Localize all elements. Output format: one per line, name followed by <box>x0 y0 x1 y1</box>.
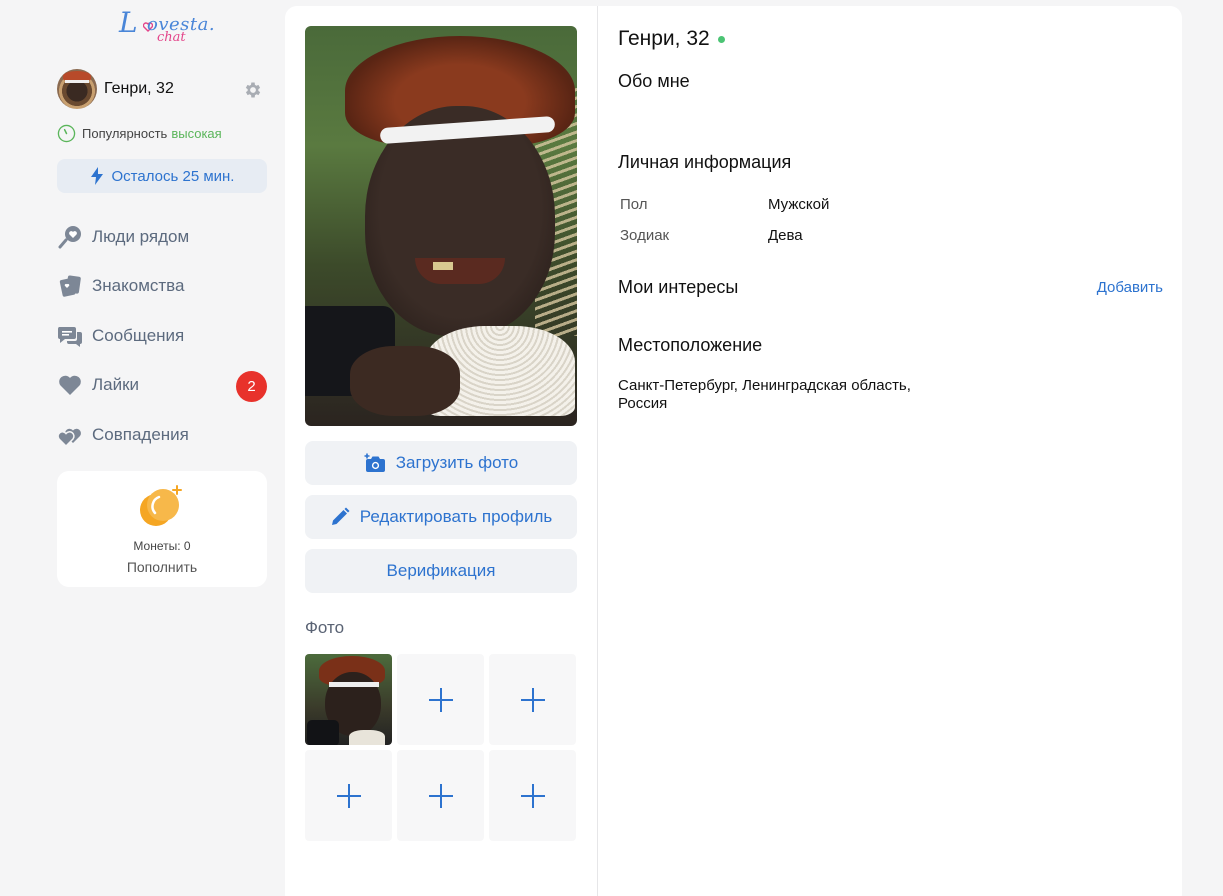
personal-info-title: Личная информация <box>618 152 792 172</box>
column-divider <box>597 6 598 896</box>
sidebar-item-nearby[interactable]: Люди рядом <box>57 212 267 262</box>
popularity-value: высокая <box>171 126 222 141</box>
sidebar-item-dating[interactable]: Знакомства <box>57 262 267 312</box>
edit-profile-label: Редактировать профиль <box>359 507 553 526</box>
popularity-gauge-icon <box>57 124 76 143</box>
photos-title: Фото <box>305 618 345 637</box>
avatar[interactable] <box>57 69 97 109</box>
gender-key: Пол <box>620 196 648 213</box>
add-photo-slot[interactable] <box>489 750 576 841</box>
plus-icon <box>336 783 361 808</box>
profile-name-text: Генри, 32 <box>618 27 710 50</box>
coins-card[interactable]: Монеты: 0 Пополнить <box>57 471 267 587</box>
double-heart-icon <box>57 428 81 447</box>
gender-value: Мужской <box>768 196 830 213</box>
online-status-dot <box>717 35 725 43</box>
upload-photo-button[interactable]: Загрузить фото <box>305 441 577 485</box>
chat-bubbles-icon <box>57 326 82 347</box>
location-line-1: Санкт-Петербург, Ленинградская область, <box>618 377 911 394</box>
upload-photo-label: Загрузить фото <box>395 453 519 472</box>
logo-sub: chat <box>157 30 186 45</box>
about-title: Обо мне <box>618 71 690 91</box>
coins-icon <box>140 485 182 526</box>
pencil-icon <box>331 507 350 525</box>
lightning-icon <box>90 167 103 185</box>
plus-icon <box>520 783 545 808</box>
interests-title: Мои интересы <box>618 277 739 297</box>
profile-main-photo[interactable] <box>305 26 577 426</box>
add-camera-icon <box>364 453 385 472</box>
thumb-camera <box>307 720 339 745</box>
location-text: Санкт-Петербург, Ленинградская область, … <box>618 377 948 413</box>
popularity: Популярность высокая <box>57 124 222 143</box>
sidebar-item-label: Лайки <box>92 375 140 395</box>
sidebar-item-likes[interactable]: Лайки 2 <box>57 361 267 411</box>
coins-balance: Монеты: 0 <box>133 539 191 553</box>
photo-thumbnail[interactable] <box>305 654 392 745</box>
verification-button[interactable]: Верификация <box>305 549 577 593</box>
gear-icon[interactable] <box>243 80 263 100</box>
sidebar-item-label: Сообщения <box>92 325 185 345</box>
photo-smile <box>415 258 505 284</box>
add-photo-slot[interactable] <box>489 654 576 745</box>
thumb-headband <box>329 682 379 687</box>
sidebar-nav: Люди рядом Знакомства Сообщения Лайки 2 <box>57 212 267 460</box>
cards-icon <box>59 275 81 297</box>
plus-icon <box>428 687 453 712</box>
plus-icon <box>520 687 545 712</box>
logo-letter: L <box>119 6 138 39</box>
profile-name: Генри, 32 <box>618 27 725 51</box>
sidebar-item-label: Совпадения <box>92 424 189 444</box>
photo-grid <box>305 654 577 841</box>
location-heart-icon <box>58 225 81 249</box>
time-left-label: Осталось 25 мин. <box>111 167 235 185</box>
zodiac-key: Зодиак <box>620 227 670 244</box>
user-row[interactable]: Генри, 32 <box>57 69 267 109</box>
photo-hand <box>350 346 460 416</box>
photo-teeth <box>433 262 453 270</box>
profile-card: Загрузить фото Редактировать профиль Вер… <box>285 6 1182 896</box>
location-title: Местоположение <box>618 335 763 355</box>
user-name: Генри, 32 <box>104 80 174 97</box>
thumb-necklace <box>349 730 385 745</box>
sidebar-item-matches[interactable]: Совпадения <box>57 410 267 460</box>
verification-label: Верификация <box>386 561 496 580</box>
plus-icon <box>428 783 453 808</box>
edit-profile-button[interactable]: Редактировать профиль <box>305 495 577 539</box>
add-interests-link[interactable]: Добавить <box>1097 279 1163 296</box>
sidebar-item-label: Знакомства <box>92 276 185 296</box>
zodiac-value: Дева <box>768 227 803 244</box>
add-photo-slot[interactable] <box>305 750 392 841</box>
location-line-2: Россия <box>618 395 668 412</box>
add-photo-slot[interactable] <box>397 654 484 745</box>
sidebar-item-label: Люди рядом <box>92 226 190 246</box>
popularity-label: Популярность <box>82 126 168 141</box>
refill-link[interactable]: Пополнить <box>57 559 267 575</box>
time-left-button[interactable]: Осталось 25 мин. <box>57 159 267 193</box>
sidebar-item-messages[interactable]: Сообщения <box>57 311 267 361</box>
likes-count-badge: 2 <box>236 370 267 402</box>
add-photo-slot[interactable] <box>397 750 484 841</box>
app-logo[interactable]: L ovesta. chat <box>117 4 217 46</box>
heart-icon <box>59 375 81 396</box>
